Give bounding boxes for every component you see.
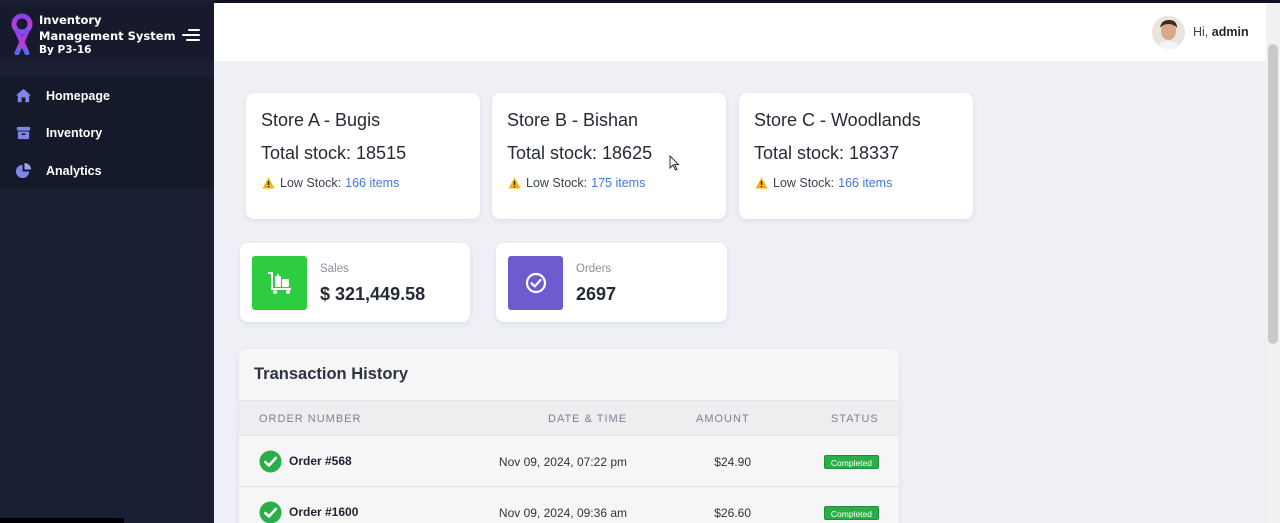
sidebar-item-label: Homepage <box>46 88 110 103</box>
user-greeting: Hi, admin <box>1193 25 1249 39</box>
top-header: Hi, admin <box>214 3 1266 61</box>
pie-chart-icon <box>15 162 32 179</box>
app-title: Inventory Management System <box>39 13 176 43</box>
table-row[interactable]: Order #1600 Nov 09, 2024, 09:36 am $26.6… <box>239 487 899 523</box>
order-datetime: Nov 09, 2024, 07:22 pm <box>498 455 627 469</box>
store-total-stock: Total stock: 18515 <box>261 143 407 163</box>
scrollbar-thumb[interactable] <box>1268 44 1278 344</box>
low-stock-label: Low Stock: <box>526 176 588 190</box>
transaction-history-title: Transaction History <box>254 365 409 383</box>
store-name: Store C - Woodlands <box>754 110 921 130</box>
store-total-stock: Total stock: 18337 <box>754 143 900 163</box>
low-stock-label: Low Stock: <box>280 176 342 190</box>
order-number[interactable]: Order #1600 <box>289 505 358 519</box>
sidebar-item-label: Analytics <box>46 163 102 178</box>
sidebar-item-analytics[interactable]: Analytics <box>0 152 214 189</box>
low-stock-items-link[interactable]: 166 items <box>838 176 892 190</box>
sidebar-item-homepage[interactable]: Homepage <box>0 77 214 114</box>
sidebar-item-inventory[interactable]: Inventory <box>0 114 214 151</box>
warning-icon <box>262 177 275 189</box>
sales-card: Sales $ 321,449.58 <box>240 243 470 322</box>
low-stock-line: Low Stock: 175 items <box>508 176 645 190</box>
sales-label: Sales <box>320 263 349 275</box>
orders-label: Orders <box>576 263 612 275</box>
table-row[interactable]: Order #568 Nov 09, 2024, 07:22 pm $24.90… <box>239 436 899 487</box>
user-avatar-icon <box>1152 16 1185 49</box>
check-circle-icon <box>525 272 546 294</box>
column-order-number: ORDER NUMBER <box>259 413 362 425</box>
username: admin <box>1211 25 1249 39</box>
low-stock-items-link[interactable]: 166 items <box>345 176 399 190</box>
home-icon <box>15 88 32 103</box>
check-circle-icon <box>259 501 282 523</box>
store-name: Store B - Bishan <box>507 110 639 130</box>
avatar[interactable] <box>1152 16 1185 49</box>
sidebar-item-label: Inventory <box>46 125 103 140</box>
store-card-b: Store B - Bishan Total stock: 18625 Low … <box>492 93 726 219</box>
store-name: Store A - Bugis <box>261 110 381 130</box>
orders-card: Orders 2697 <box>496 243 727 322</box>
store-total-stock: Total stock: 18625 <box>507 143 653 163</box>
warning-icon <box>755 177 768 189</box>
order-datetime: Nov 09, 2024, 09:36 am <box>498 506 627 520</box>
order-number[interactable]: Order #568 <box>289 454 352 468</box>
table-header: ORDER NUMBER DATE & TIME AMOUNT STATUS <box>239 400 899 436</box>
menu-toggle-icon[interactable] <box>180 28 200 42</box>
store-card-a: Store A - Bugis Total stock: 18515 Low S… <box>246 93 480 219</box>
orders-icon-box <box>508 256 563 310</box>
sales-icon-box <box>252 256 307 310</box>
warning-icon <box>508 177 521 189</box>
brand-block: Inventory Management System By P3-16 <box>0 3 214 61</box>
store-card-c: Store C - Woodlands Total stock: 18337 L… <box>739 93 973 219</box>
app-logo-icon <box>11 13 33 55</box>
box-icon <box>16 126 31 140</box>
sales-value: $ 321,449.58 <box>320 284 426 304</box>
low-stock-line: Low Stock: 166 items <box>262 176 399 190</box>
check-circle-icon <box>259 450 282 473</box>
low-stock-line: Low Stock: 166 items <box>755 176 892 190</box>
order-amount: $26.60 <box>714 506 751 520</box>
luggage-cart-icon <box>267 272 291 294</box>
low-stock-label: Low Stock: <box>773 176 835 190</box>
sidebar-nav: Homepage Inventory Analytics <box>0 77 214 189</box>
greeting-text: Hi, <box>1193 25 1209 39</box>
column-status: STATUS <box>831 413 879 425</box>
column-date-time: DATE & TIME <box>548 413 628 425</box>
column-amount: AMOUNT <box>696 413 750 425</box>
order-amount: $24.90 <box>714 455 751 469</box>
orders-value: 2697 <box>576 284 617 304</box>
status-badge: Completed <box>823 506 879 520</box>
bottom-edge-bar <box>0 518 124 523</box>
mouse-cursor-icon <box>669 155 680 171</box>
sidebar: Inventory Management System By P3-16 Hom… <box>0 0 214 523</box>
app-subtitle: By P3-16 <box>39 44 92 56</box>
status-badge: Completed <box>823 455 879 469</box>
transaction-history-panel: Transaction History ORDER NUMBER DATE & … <box>239 349 899 523</box>
low-stock-items-link[interactable]: 175 items <box>591 176 645 190</box>
